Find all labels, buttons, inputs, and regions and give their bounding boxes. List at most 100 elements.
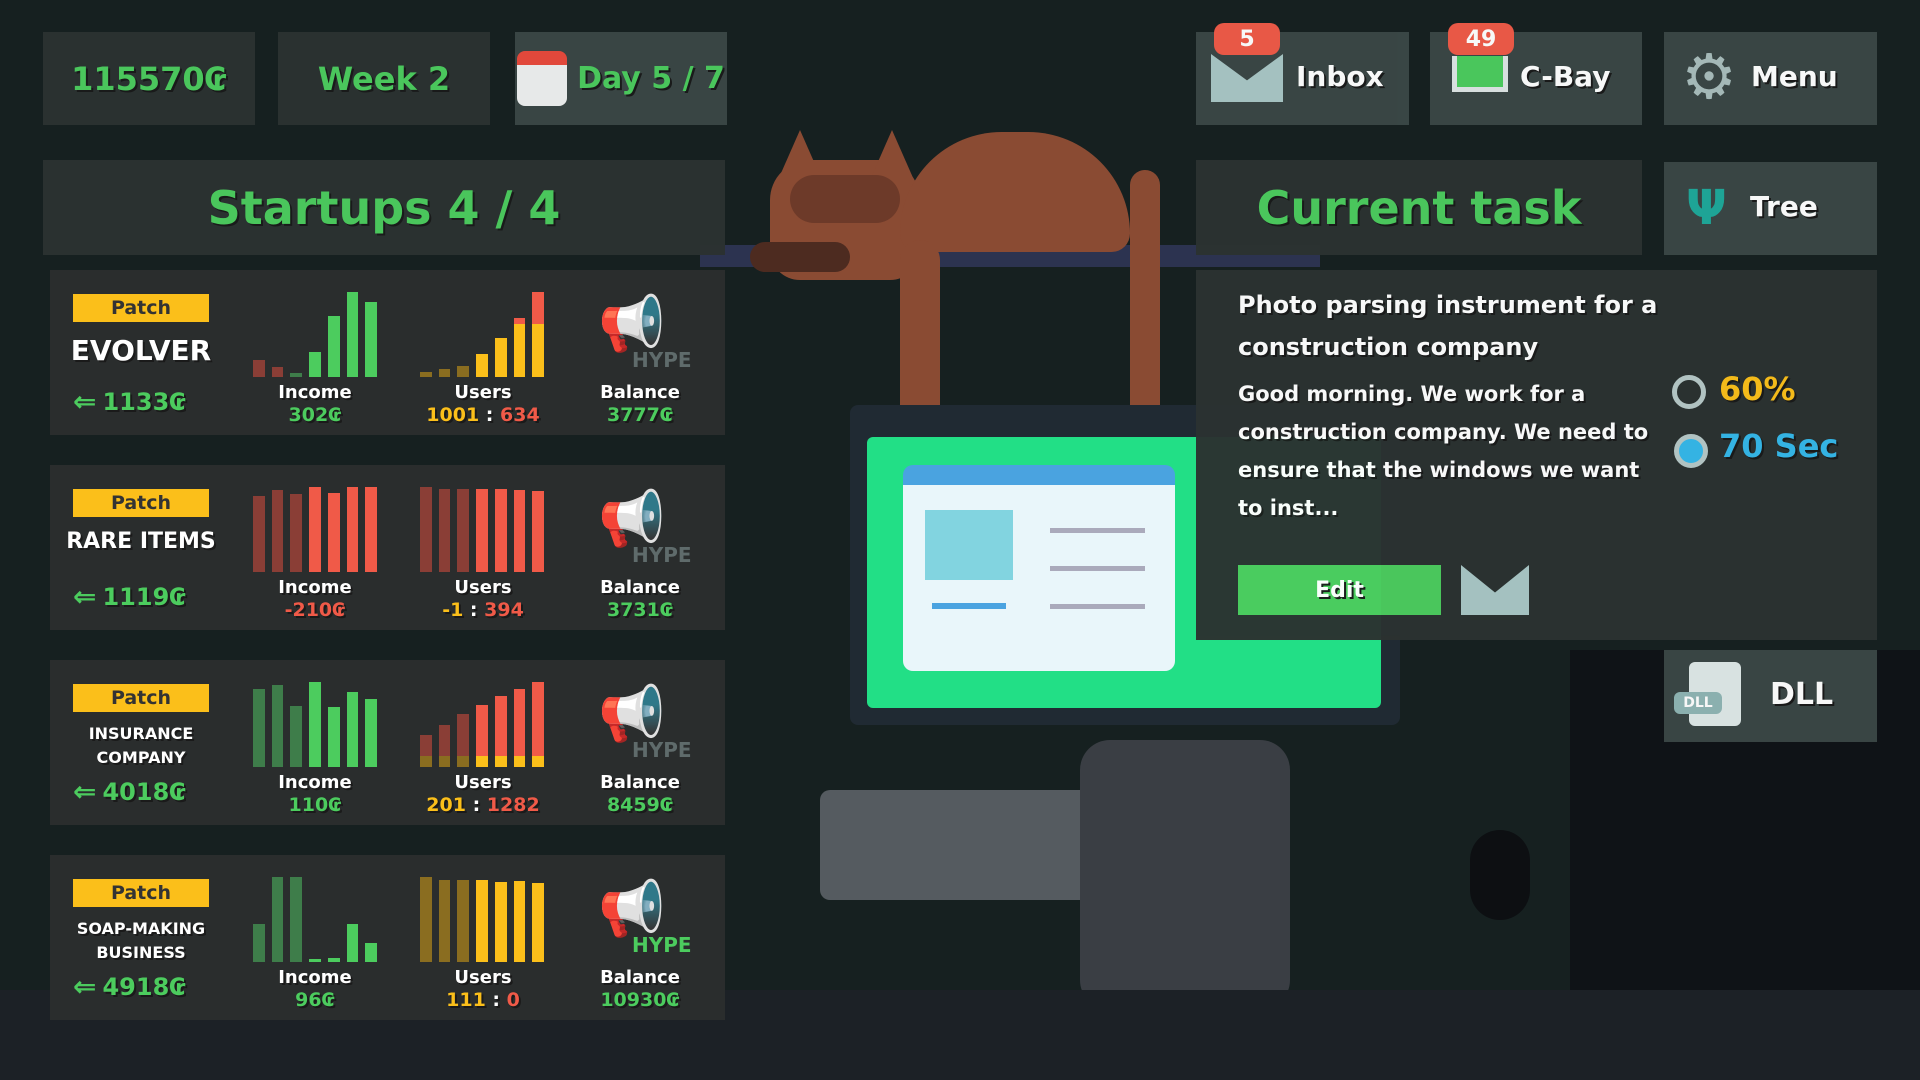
target-icon <box>1672 375 1706 409</box>
users-label: Users <box>454 577 512 598</box>
income-bar <box>271 685 284 767</box>
users-bar <box>532 682 545 767</box>
income-bar <box>327 706 340 767</box>
startups-header: Startups 4 / 4 <box>43 160 725 255</box>
time-value: 70 Sec <box>1719 427 1839 465</box>
day-button[interactable]: Day 5 / 7 <box>515 32 727 125</box>
inbox-badge: 5 <box>1214 23 1280 55</box>
patch-button[interactable]: Patch <box>73 489 209 517</box>
income-bar <box>290 493 303 572</box>
balance-label: Balance <box>600 382 680 403</box>
balance-value: 3777₢ <box>606 404 674 426</box>
users-bar <box>476 879 488 962</box>
dll-button[interactable]: DLL DLL <box>1664 650 1877 742</box>
users-bar <box>438 879 451 962</box>
users-chart <box>420 877 545 962</box>
patch-label: Patch <box>110 297 172 319</box>
income-bar <box>253 923 265 962</box>
edit-button[interactable]: Edit <box>1238 565 1441 615</box>
startup-name: EVOLVER <box>70 334 212 367</box>
cbay-button[interactable]: 49 C-Bay <box>1430 23 1642 125</box>
money-display: 115570₢ <box>43 32 255 125</box>
users-value: 201 : 1282 <box>426 794 540 816</box>
balance-label: Balance <box>600 772 680 793</box>
income-chart <box>253 877 378 962</box>
users-bar <box>513 489 526 572</box>
refund-value: 4018₢ <box>102 777 186 806</box>
users-label: Users <box>454 967 512 988</box>
startup-name: INSURANCE COMPANY <box>88 724 194 767</box>
startup-row: Patch EVOLVER ⇐ 1133₢ Income 302₢ Users … <box>50 270 725 435</box>
income-bar <box>253 495 265 572</box>
current-task-title: Current task <box>1256 180 1582 235</box>
startups-title: Startups 4 / 4 <box>207 180 561 235</box>
income-value: -210₢ <box>284 599 346 621</box>
cat <box>750 130 1160 470</box>
inbox-button[interactable]: 5 Inbox <box>1196 23 1409 125</box>
hype-button[interactable]: 📢 HYPE <box>590 483 692 573</box>
hype-button[interactable]: 📢 HYPE <box>590 873 692 963</box>
users-bar <box>457 879 470 962</box>
sell-arrow-icon: ⇐ <box>73 385 97 418</box>
accuracy-value: 60% <box>1719 370 1796 408</box>
users-chart <box>420 292 545 377</box>
users-bar <box>494 337 507 377</box>
users-bar <box>494 696 507 767</box>
users-bar <box>476 488 488 572</box>
income-bar <box>290 705 303 767</box>
users-bar <box>457 488 470 572</box>
inbox-label: Inbox <box>1296 60 1384 93</box>
income-bar <box>253 688 265 767</box>
income-bar <box>346 292 359 377</box>
users-label: Users <box>454 382 512 403</box>
users-bar <box>438 724 451 767</box>
balance-value: 10930₢ <box>600 989 680 1011</box>
sell-arrow-icon: ⇐ <box>73 580 97 613</box>
users-bar <box>513 688 526 767</box>
balance-value: 8459₢ <box>606 794 674 816</box>
income-label: Income <box>278 967 352 988</box>
patch-button[interactable]: Patch <box>73 879 209 907</box>
sell-startup-button[interactable]: ⇐ 4918₢ <box>73 970 186 1003</box>
menu-label: Menu <box>1751 60 1838 93</box>
income-bar <box>253 360 265 377</box>
send-mail-button[interactable] <box>1461 565 1529 615</box>
income-bar <box>327 957 340 962</box>
menu-button[interactable]: ⚙ Menu <box>1664 32 1877 125</box>
task-description: Good morning. We work for a construction… <box>1238 382 1649 520</box>
startup-row: Patch SOAP-MAKING BUSINESS ⇐ 4918₢ Incom… <box>50 855 725 1020</box>
income-chart <box>253 292 378 377</box>
income-chart <box>253 487 378 572</box>
income-bar <box>327 315 340 377</box>
sell-startup-button[interactable]: ⇐ 4018₢ <box>73 775 186 808</box>
income-value: 110₢ <box>288 794 342 816</box>
users-bar <box>420 371 432 377</box>
users-label: Users <box>454 772 512 793</box>
income-label: Income <box>278 382 352 403</box>
income-label: Income <box>278 772 352 793</box>
refund-value: 1133₢ <box>102 387 186 416</box>
income-bar <box>365 943 378 962</box>
patch-label: Patch <box>110 492 172 514</box>
users-bar <box>438 369 451 377</box>
income-value: 96₢ <box>295 989 335 1011</box>
users-bar <box>513 317 526 377</box>
sell-arrow-icon: ⇐ <box>73 970 97 1003</box>
hype-button[interactable]: 📢 HYPE <box>590 678 692 768</box>
hype-button[interactable]: 📢 HYPE <box>590 288 692 378</box>
money-value: 115570₢ <box>71 59 227 98</box>
current-task-header: Current task <box>1196 160 1642 255</box>
patch-button[interactable]: Patch <box>73 294 209 322</box>
income-bar <box>346 692 359 767</box>
income-bar <box>309 487 321 572</box>
sell-startup-button[interactable]: ⇐ 1133₢ <box>73 385 186 418</box>
stopwatch-icon <box>1674 434 1708 468</box>
tree-icon: Ψ <box>1686 180 1727 236</box>
income-bar <box>290 372 303 377</box>
patch-button[interactable]: Patch <box>73 684 209 712</box>
sell-startup-button[interactable]: ⇐ 1119₢ <box>73 580 186 613</box>
users-bar <box>494 882 507 962</box>
tree-button[interactable]: Ψ Tree <box>1664 162 1877 255</box>
task-panel: Photo parsing instrument for a construct… <box>1196 270 1877 640</box>
income-value: 302₢ <box>288 404 342 426</box>
